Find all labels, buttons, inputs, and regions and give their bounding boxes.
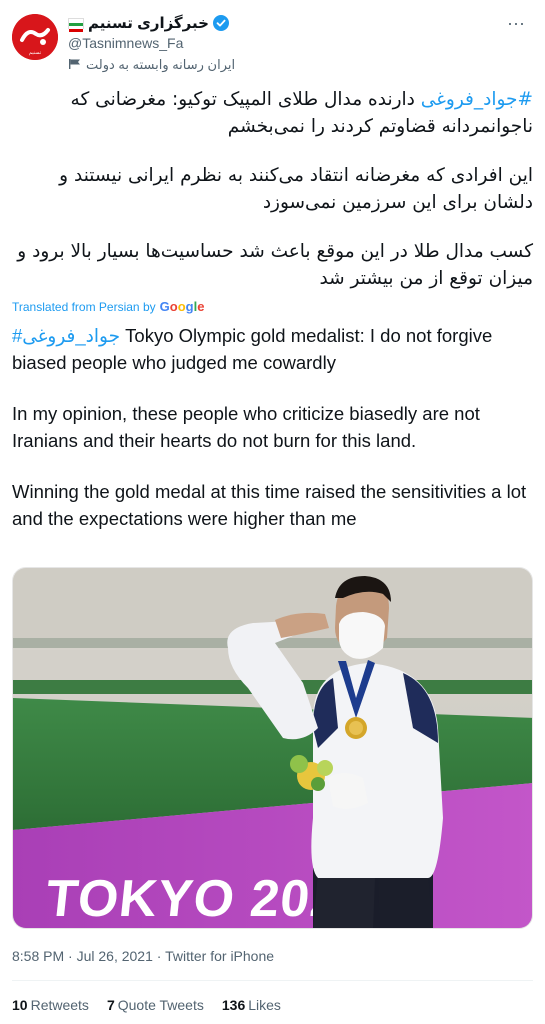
tweet-source[interactable]: Twitter for iPhone (165, 948, 274, 964)
google-letter: G (159, 299, 170, 314)
flag-pole-icon (68, 58, 82, 73)
meta-separator: · (68, 948, 77, 964)
google-letter: g (185, 299, 194, 314)
quotes-count: 7 (106, 997, 115, 1013)
tweet-header: تسنیم خبرگزاری تسنیم @Tasnimnews_Fa ایرا… (12, 12, 533, 78)
avatar[interactable]: تسنیم (12, 14, 58, 60)
iran-flag-icon (68, 17, 84, 32)
google-letter: o (177, 299, 186, 314)
persian-paragraph-3: کسب مدال طلا در این موقع باعث شد حساسیت‌… (17, 241, 533, 289)
svg-text:تسنیم: تسنیم (29, 50, 42, 56)
retweets-count: 10 (12, 997, 28, 1013)
hashtag-link[interactable]: #جواد_فروغی (421, 89, 533, 110)
retweets-stat[interactable]: 10 Retweets (12, 997, 89, 1013)
display-name-row[interactable]: خبرگزاری تسنیم (68, 14, 368, 32)
english-paragraph-1: #جواد_فروغی Tokyo Olympic gold medalist:… (12, 322, 532, 376)
persian-paragraph-1: #جواد_فروغی دارنده مدال طلای المپیک توکی… (12, 86, 533, 140)
persian-paragraph-2: این افرادی که مغرضانه انتقاد می‌کنند به … (59, 165, 533, 213)
likes-label: Likes (248, 997, 281, 1013)
divider (12, 980, 533, 981)
quote-tweets-stat[interactable]: 7 Quote Tweets (107, 997, 204, 1013)
display-name[interactable]: خبرگزاری تسنیم (88, 14, 209, 32)
state-affiliated-label[interactable]: ایران رسانه وابسته به دولت (68, 57, 368, 73)
affiliation-text: ایران رسانه وابسته به دولت (86, 57, 236, 72)
google-letter: o (169, 299, 178, 314)
more-options-icon[interactable]: ··· (505, 14, 527, 38)
handle[interactable]: @Tasnimnews_Fa (68, 35, 368, 51)
translation-notice[interactable]: Translated from Persian by Google (12, 299, 204, 314)
tweet-time[interactable]: 8:58 PM (12, 948, 64, 964)
tweet-text-english: #جواد_فروغی Tokyo Olympic gold medalist:… (12, 322, 532, 556)
likes-count: 136 (221, 997, 246, 1013)
tweet-text-persian: #جواد_فروغی دارنده مدال طلای المپیک توکی… (12, 86, 533, 314)
quotes-label: Quote Tweets (117, 997, 204, 1013)
google-letter: e (197, 299, 205, 314)
english-paragraph-2: In my opinion, these people who criticiz… (12, 403, 480, 451)
avatar-logo-icon: تسنیم (12, 14, 58, 60)
verified-badge-icon (212, 15, 229, 31)
translated-label: Translated from Persian by (12, 299, 156, 314)
meta-separator: · (156, 948, 166, 964)
tweet-meta[interactable]: 8:58 PM · Jul 26, 2021 · Twitter for iPh… (12, 948, 274, 964)
tweet-photo[interactable]: TOKYO 2020 (12, 567, 533, 929)
hashtag-link[interactable]: #جواد_فروغی (12, 325, 120, 346)
google-logo: Google (160, 299, 205, 314)
likes-stat[interactable]: 136 Likes (222, 997, 281, 1013)
retweets-label: Retweets (30, 997, 89, 1013)
athlete-saluting-image: TOKYO 2020 (13, 568, 532, 928)
tweet-stats: 10 Retweets 7 Quote Tweets 136 Likes (12, 997, 281, 1013)
tweet-date[interactable]: Jul 26, 2021 (77, 948, 153, 964)
english-paragraph-3: Winning the gold medal at this time rais… (12, 481, 527, 529)
